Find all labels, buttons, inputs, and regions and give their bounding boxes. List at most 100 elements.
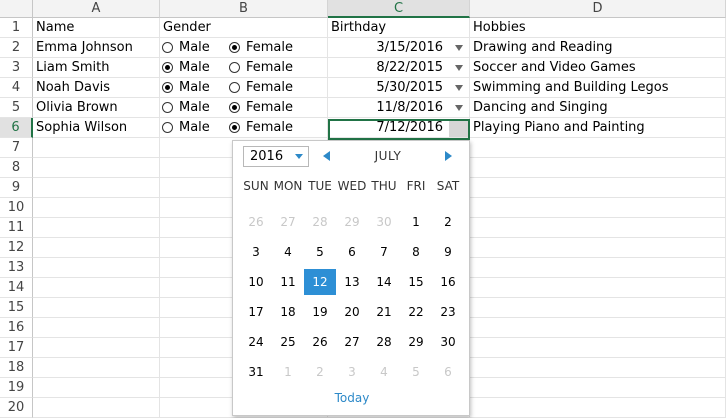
calendar-day[interactable]: 15 <box>400 269 432 295</box>
cell-d13[interactable] <box>470 258 726 278</box>
calendar-day[interactable]: 27 <box>336 329 368 355</box>
birthday-dropdown-button[interactable] <box>449 121 468 137</box>
cell-c2[interactable]: 3/15/2016 <box>328 38 470 58</box>
cell-d16[interactable] <box>470 318 726 338</box>
cell-a11[interactable] <box>33 218 160 238</box>
row-header-12[interactable]: 12 <box>0 238 33 258</box>
cell-a7[interactable] <box>33 138 160 158</box>
previous-month-icon[interactable] <box>323 151 330 161</box>
calendar-day[interactable]: 28 <box>304 209 336 235</box>
calendar-day[interactable]: 11 <box>272 269 304 295</box>
row-header-11[interactable]: 11 <box>0 218 33 238</box>
calendar-day[interactable]: 5 <box>400 359 432 385</box>
cell-a13[interactable] <box>33 258 160 278</box>
calendar-day[interactable]: 29 <box>336 209 368 235</box>
calendar-day[interactable]: 9 <box>432 239 464 265</box>
cell-d5[interactable]: Dancing and Singing <box>470 98 726 118</box>
row-header-16[interactable]: 16 <box>0 318 33 338</box>
row-header-10[interactable]: 10 <box>0 198 33 218</box>
row-header-5[interactable]: 5 <box>0 98 33 118</box>
dropdown-arrow-icon[interactable] <box>455 85 463 91</box>
year-select[interactable]: 2016 <box>243 146 309 167</box>
calendar-day[interactable]: 26 <box>240 209 272 235</box>
cell-a1[interactable]: Name <box>33 18 160 38</box>
row-header-2[interactable]: 2 <box>0 38 33 58</box>
calendar-day[interactable]: 30 <box>368 209 400 235</box>
row-header-13[interactable]: 13 <box>0 258 33 278</box>
row-header-6[interactable]: 6 <box>0 118 33 138</box>
row-header-17[interactable]: 17 <box>0 338 33 358</box>
calendar-day[interactable]: 17 <box>240 299 272 325</box>
next-month-icon[interactable] <box>445 151 452 161</box>
column-header-b[interactable]: B <box>160 0 328 18</box>
calendar-day[interactable]: 19 <box>304 299 336 325</box>
cell-a19[interactable] <box>33 378 160 398</box>
calendar-day[interactable]: 5 <box>304 239 336 265</box>
gender-male-radio[interactable] <box>162 62 173 73</box>
cell-a3[interactable]: Liam Smith <box>33 58 160 78</box>
cell-d1[interactable]: Hobbies <box>470 18 726 38</box>
dropdown-arrow-icon[interactable] <box>455 45 463 51</box>
gender-female-radio[interactable] <box>229 102 240 113</box>
cell-d10[interactable] <box>470 198 726 218</box>
cell-a18[interactable] <box>33 358 160 378</box>
calendar-day[interactable]: 22 <box>400 299 432 325</box>
cell-c1[interactable]: Birthday <box>328 18 470 38</box>
cell-c3[interactable]: 8/22/2015 <box>328 58 470 78</box>
calendar-day[interactable]: 20 <box>336 299 368 325</box>
cell-a4[interactable]: Noah Davis <box>33 78 160 98</box>
calendar-day[interactable]: 1 <box>400 209 432 235</box>
dropdown-arrow-icon[interactable] <box>455 105 463 111</box>
calendar-day[interactable]: 25 <box>272 329 304 355</box>
cell-d15[interactable] <box>470 298 726 318</box>
calendar-day[interactable]: 6 <box>336 239 368 265</box>
cell-a14[interactable] <box>33 278 160 298</box>
row-header-1[interactable]: 1 <box>0 18 33 38</box>
selected-day[interactable]: 12 <box>304 269 336 295</box>
select-all-corner[interactable] <box>0 0 33 18</box>
calendar-day[interactable]: 21 <box>368 299 400 325</box>
calendar-day[interactable]: 3 <box>240 239 272 265</box>
cell-d9[interactable] <box>470 178 726 198</box>
row-header-3[interactable]: 3 <box>0 58 33 78</box>
calendar-day[interactable]: 3 <box>336 359 368 385</box>
cell-a10[interactable] <box>33 198 160 218</box>
cell-d11[interactable] <box>470 218 726 238</box>
calendar-day[interactable]: 2 <box>304 359 336 385</box>
calendar-day[interactable]: 27 <box>272 209 304 235</box>
calendar-day[interactable]: 6 <box>432 359 464 385</box>
row-header-9[interactable]: 9 <box>0 178 33 198</box>
cell-a5[interactable]: Olivia Brown <box>33 98 160 118</box>
cell-d2[interactable]: Drawing and Reading <box>470 38 726 58</box>
gender-male-radio[interactable] <box>162 82 173 93</box>
gender-female-radio[interactable] <box>229 122 240 133</box>
gender-male-radio[interactable] <box>162 102 173 113</box>
row-header-7[interactable]: 7 <box>0 138 33 158</box>
row-header-8[interactable]: 8 <box>0 158 33 178</box>
cell-a8[interactable] <box>33 158 160 178</box>
dropdown-arrow-icon[interactable] <box>455 65 463 71</box>
calendar-day[interactable]: 23 <box>432 299 464 325</box>
calendar-day[interactable]: 24 <box>240 329 272 355</box>
row-header-14[interactable]: 14 <box>0 278 33 298</box>
calendar-day[interactable]: 14 <box>368 269 400 295</box>
calendar-day[interactable]: 13 <box>336 269 368 295</box>
calendar-day[interactable]: 18 <box>272 299 304 325</box>
column-header-a[interactable]: A <box>33 0 160 18</box>
cell-d6[interactable]: Playing Piano and Painting <box>470 118 726 138</box>
calendar-day[interactable]: 2 <box>432 209 464 235</box>
gender-female-radio[interactable] <box>229 82 240 93</box>
row-header-18[interactable]: 18 <box>0 358 33 378</box>
cell-a6[interactable]: Sophia Wilson <box>33 118 160 138</box>
cell-a16[interactable] <box>33 318 160 338</box>
cell-b1[interactable]: Gender <box>160 18 328 38</box>
cell-d17[interactable] <box>470 338 726 358</box>
cell-d12[interactable] <box>470 238 726 258</box>
calendar-day[interactable]: 31 <box>240 359 272 385</box>
calendar-day[interactable]: 1 <box>272 359 304 385</box>
cell-d14[interactable] <box>470 278 726 298</box>
cell-c4[interactable]: 5/30/2015 <box>328 78 470 98</box>
calendar-day[interactable]: 30 <box>432 329 464 355</box>
cell-a9[interactable] <box>33 178 160 198</box>
cell-a2[interactable]: Emma Johnson <box>33 38 160 58</box>
